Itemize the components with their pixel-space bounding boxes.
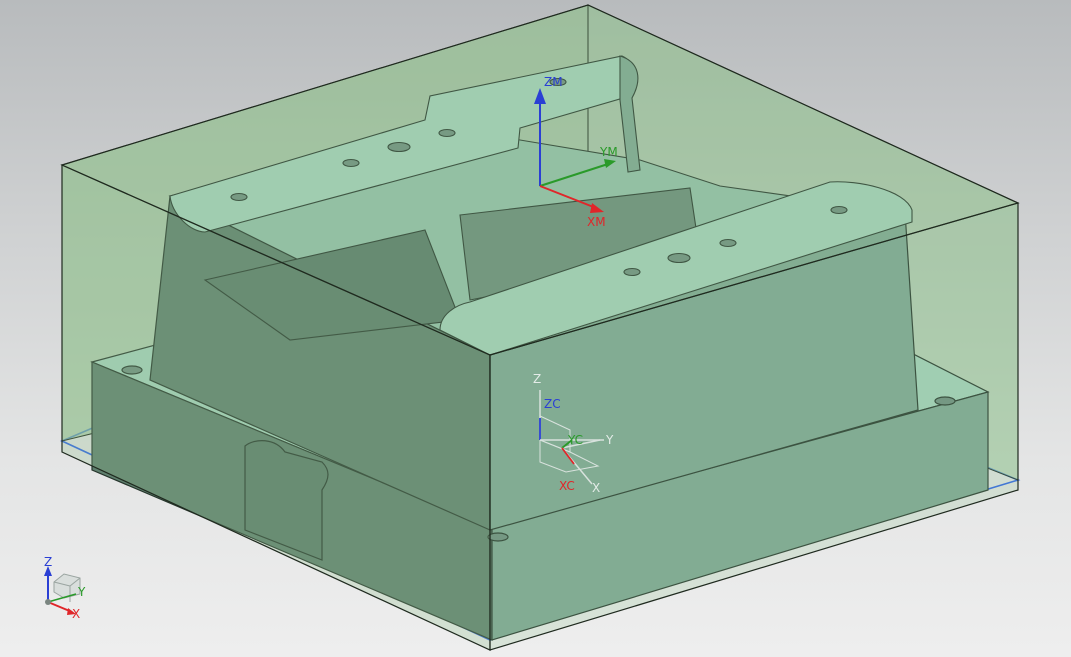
wcs-y-abs-label: Y — [605, 433, 614, 447]
view-triad[interactable]: Z Y X — [44, 555, 86, 621]
graphics-window[interactable]: ZM YM XM Z ZC YC Y XC X Z Y X — [0, 0, 1071, 657]
wcs-x-label: XC — [559, 479, 575, 493]
wcs-x-abs-label: X — [592, 481, 600, 495]
mcs-x-label: XM — [587, 215, 606, 229]
view-x-label: X — [72, 607, 80, 621]
view-z-label: Z — [44, 555, 52, 569]
mcs-y-label: YM — [599, 145, 618, 159]
cad-model-view[interactable]: ZM YM XM Z ZC YC Y XC X Z Y X — [0, 0, 1071, 657]
view-y-label: Y — [77, 585, 86, 599]
wcs-y-label: YC — [567, 433, 583, 447]
mcs-z-label: ZM — [544, 75, 563, 89]
wcs-z-abs-label: Z — [533, 372, 541, 386]
wcs-z-label: ZC — [544, 397, 561, 411]
